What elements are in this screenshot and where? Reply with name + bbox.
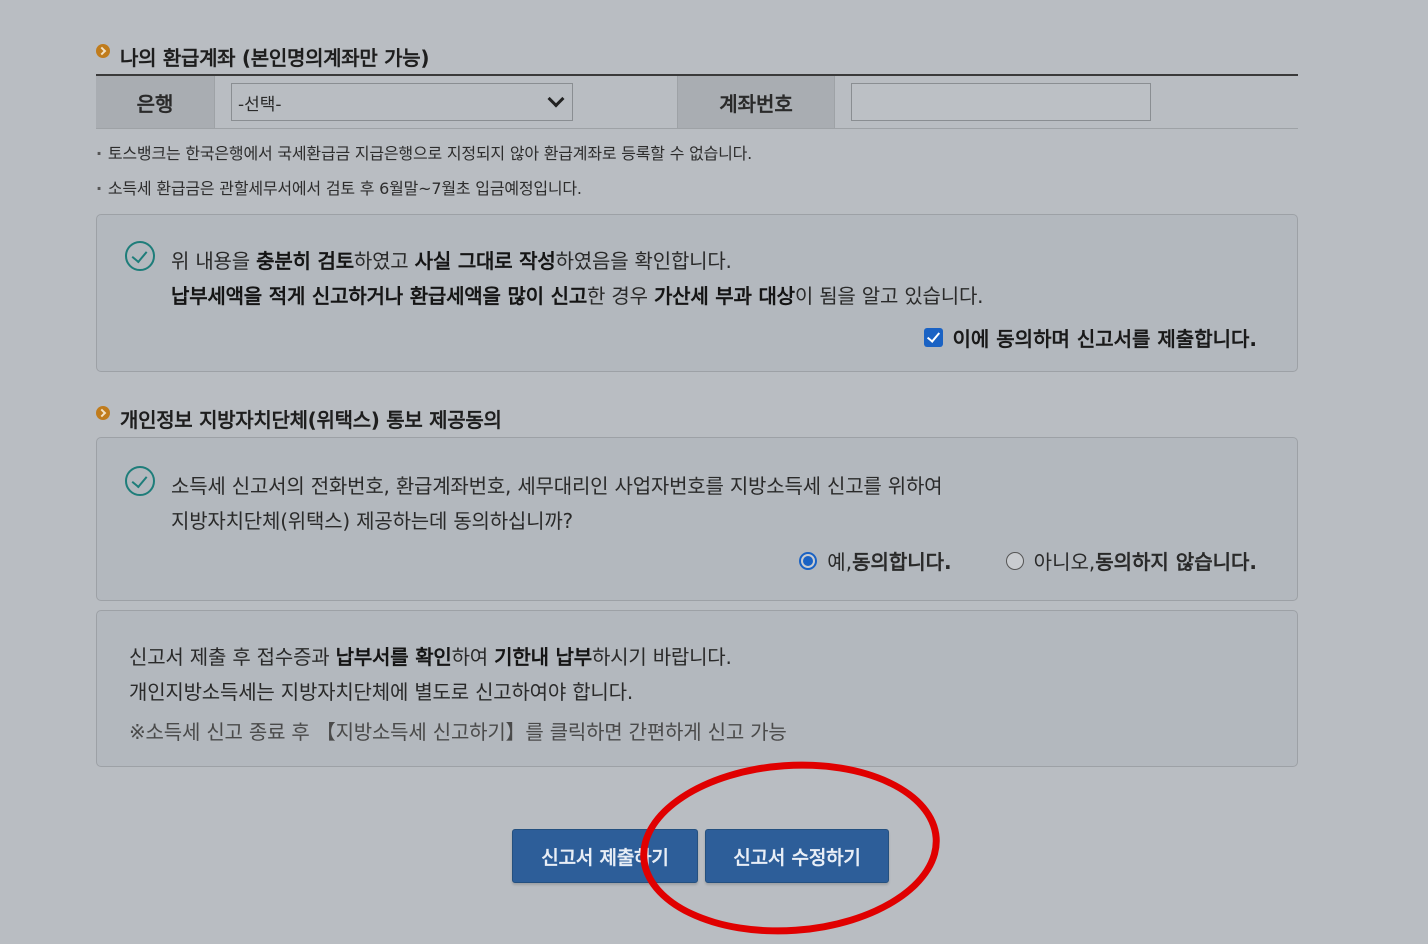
- agree-submit-checkbox-row[interactable]: 이에 동의하며 신고서를 제출합니다.: [923, 323, 1258, 352]
- privacy-consent-panel: 소득세 신고서의 전화번호, 환급계좌번호, 세무대리인 사업자번호를 지방소득…: [96, 437, 1298, 601]
- check-circle-icon: [125, 466, 155, 496]
- consent-no-label: 동의하지 않습니다.: [1095, 550, 1257, 574]
- payment-info-panel: 신고서 제출 후 접수증과 납부서를 확인하여 기한내 납부하시기 바랍니다. …: [96, 610, 1298, 767]
- consent-no-radio[interactable]: [1005, 551, 1024, 570]
- payment-info-line-2: 개인지방소득세는 지방자치단체에 별도로 신고하여야 합니다.: [129, 680, 633, 704]
- payment-info-line-3: ※소득세 신고 종료 후 【지방소득세 신고하기】를 클릭하면 간편하게 신고 …: [129, 720, 787, 744]
- account-number-input[interactable]: [851, 83, 1151, 121]
- consent-yes-label: 동의합니다.: [852, 550, 952, 574]
- agree-label: 이에 동의하며 신고서를 제출합니다.: [952, 327, 1258, 351]
- agree-checkbox[interactable]: [923, 328, 943, 347]
- bank-select[interactable]: -선택-: [231, 83, 573, 121]
- refund-account-title-text: 나의 환급계좌 (본인명의계좌만 가능): [120, 46, 430, 70]
- refund-account-table: 은행 -선택- 계좌번호: [96, 74, 1298, 129]
- payment-info-bold: 기한내 납부: [494, 645, 592, 669]
- payment-info-part: 하시기 바랍니다.: [591, 645, 732, 669]
- confirm-line-2: 납부세액을 적게 신고하거나 환급세액을 많이 신고한 경우 가산세 부과 대상…: [171, 280, 984, 309]
- payment-info-part: 신고서 제출 후 접수증과: [129, 645, 336, 669]
- chevron-down-icon: [547, 90, 565, 108]
- privacy-consent-title: 개인정보 지방자치단체(위택스) 통보 제공동의: [96, 404, 502, 433]
- confirm-line-2-part: 이 됨을 알고 있습니다.: [794, 284, 984, 308]
- account-number-label: 계좌번호: [677, 76, 834, 128]
- confirm-line-1-bold: 충분히 검토: [256, 249, 354, 273]
- toss-bank-note: 토스뱅크는 한국은행에서 국세환급금 지급은행으로 지정되지 않아 환급계좌로 …: [96, 140, 752, 164]
- privacy-consent-radios: 예, 동의합니다. 아니오, 동의하지 않습니다.: [799, 546, 1257, 575]
- confirm-line-1-part: 하였고: [353, 249, 415, 273]
- section-bullet-icon: [96, 43, 110, 58]
- confirm-line-2-part: 한 경우: [587, 284, 654, 308]
- confirm-line-1-part: 하였음을 확인합니다.: [555, 249, 732, 273]
- privacy-line-1: 소득세 신고서의 전화번호, 환급계좌번호, 세무대리인 사업자번호를 지방소득…: [171, 474, 943, 498]
- account-number-cell: [834, 76, 1298, 128]
- payment-info-line-1: 신고서 제출 후 접수증과 납부서를 확인하여 기한내 납부하시기 바랍니다.: [129, 641, 732, 670]
- privacy-consent-title-text: 개인정보 지방자치단체(위택스) 통보 제공동의: [120, 408, 502, 432]
- confirm-line-1: 위 내용을 충분히 검토하였고 사실 그대로 작성하였음을 확인합니다.: [171, 245, 732, 274]
- check-circle-icon: [125, 241, 155, 271]
- payment-info-part: 하여: [451, 645, 495, 669]
- bank-cell: -선택-: [214, 76, 677, 128]
- refund-account-title: 나의 환급계좌 (본인명의계좌만 가능): [96, 42, 429, 71]
- consent-yes-prefix: 예,: [827, 550, 853, 574]
- consent-yes-radio[interactable]: [799, 551, 818, 570]
- confirm-line-1-bold: 사실 그대로 작성: [414, 249, 556, 273]
- section-bullet-icon: [96, 405, 110, 420]
- edit-return-button[interactable]: 신고서 수정하기: [705, 829, 889, 883]
- confirm-panel: 위 내용을 충분히 검토하였고 사실 그대로 작성하였음을 확인합니다. 납부세…: [96, 214, 1298, 372]
- bank-label: 은행: [96, 76, 214, 128]
- bank-select-value: -선택-: [238, 94, 282, 115]
- consent-yes-option[interactable]: 예, 동의합니다.: [799, 546, 952, 575]
- privacy-line-2: 지방자치단체(위택스) 제공하는데 동의하십니까?: [171, 509, 573, 533]
- confirm-line-2-bold: 가산세 부과 대상: [653, 284, 795, 308]
- confirm-line-1-part: 위 내용을: [171, 249, 257, 273]
- consent-no-option[interactable]: 아니오, 동의하지 않습니다.: [1005, 546, 1257, 575]
- submit-return-button[interactable]: 신고서 제출하기: [512, 829, 698, 883]
- payment-info-bold: 납부서를 확인: [335, 645, 452, 669]
- refund-schedule-note: 소득세 환급금은 관할세무서에서 검토 후 6월말~7월초 입금예정입니다.: [96, 175, 582, 199]
- consent-no-prefix: 아니오,: [1033, 550, 1096, 574]
- confirm-line-2-bold: 납부세액을 적게 신고하거나 환급세액을 많이 신고: [171, 284, 588, 308]
